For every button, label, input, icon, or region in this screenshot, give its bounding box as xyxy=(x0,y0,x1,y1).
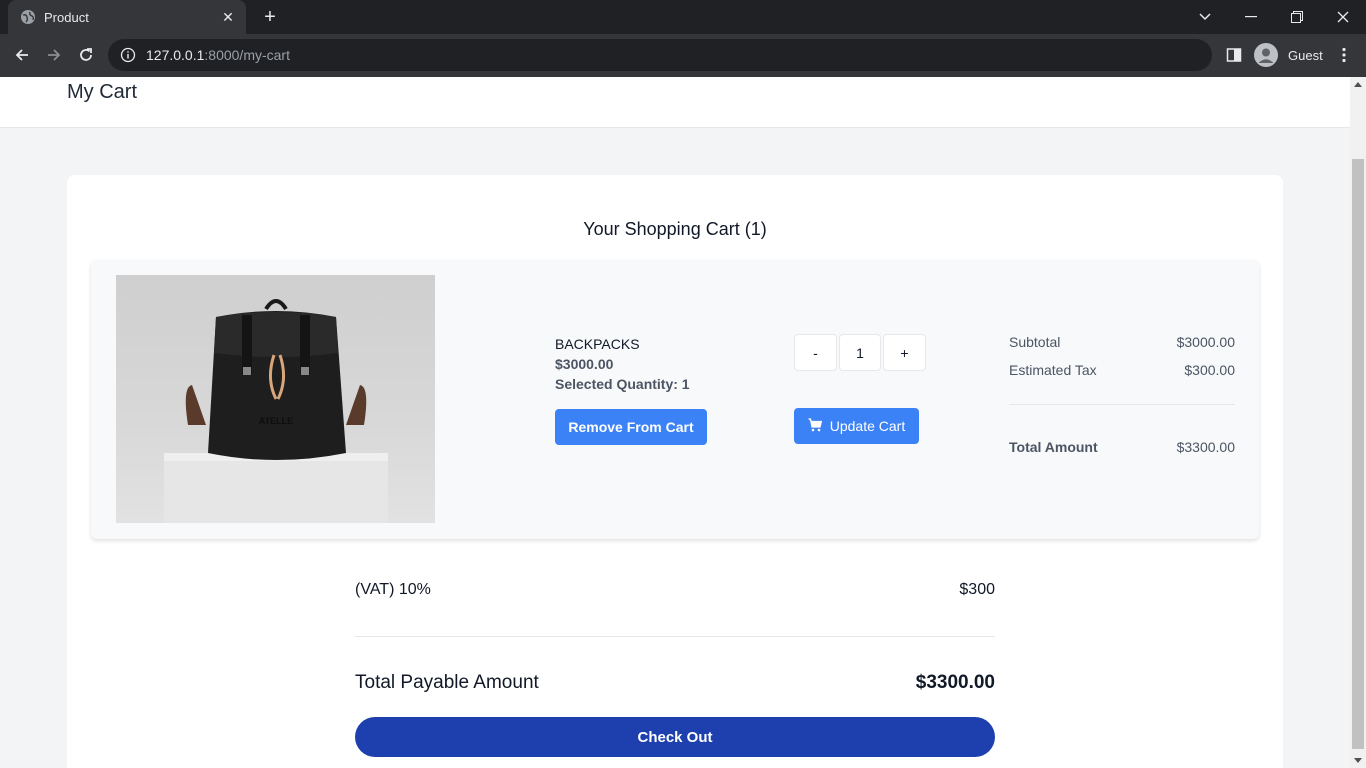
product-image: ATELLE xyxy=(116,275,435,523)
item-name: BACKPACKS xyxy=(555,336,640,352)
side-panel-icon[interactable] xyxy=(1220,41,1248,69)
subtotal-label: Subtotal xyxy=(1009,334,1061,350)
remove-from-cart-button[interactable]: Remove From Cart xyxy=(555,409,707,445)
tax-row: Estimated Tax $300.00 xyxy=(1009,362,1235,390)
quantity-input[interactable]: 1 xyxy=(839,334,881,371)
page-title: My Cart xyxy=(67,81,137,103)
update-cart-label: Update Cart xyxy=(829,418,906,434)
page-header: My Cart xyxy=(0,77,1350,128)
forward-arrow-icon[interactable] xyxy=(40,41,68,69)
summary-divider xyxy=(1009,404,1235,405)
tab-title: Product xyxy=(44,9,89,25)
minimize-icon[interactable] xyxy=(1228,0,1274,34)
scroll-up-icon[interactable] xyxy=(1354,82,1362,87)
avatar-icon xyxy=(1254,43,1278,67)
quantity-stepper: - 1 + xyxy=(794,334,926,371)
browser-tab[interactable]: Product ✕ xyxy=(8,0,246,34)
profile-name: Guest xyxy=(1288,47,1323,63)
decrement-button[interactable]: - xyxy=(794,334,837,371)
tax-value: $300.00 xyxy=(1184,362,1235,378)
cart-icon xyxy=(808,417,822,435)
page-scrollbar[interactable] xyxy=(1350,77,1366,768)
page-viewport: My Cart Your Shopping Cart (1) ATELLE BA… xyxy=(0,77,1350,768)
vat-label: (VAT) xyxy=(355,581,395,598)
payable-divider xyxy=(355,636,995,637)
payable-value: $3300.00 xyxy=(915,672,995,693)
cart-title: Your Shopping Cart (1) xyxy=(583,219,767,239)
total-label: Total Amount xyxy=(1009,439,1098,455)
item-summary: Subtotal $3000.00 Estimated Tax $300.00 … xyxy=(1009,334,1235,467)
vat-value: $300 xyxy=(959,581,995,598)
item-info: BACKPACKS $3000.00 Selected Quantity: 1 xyxy=(555,334,690,394)
cart-item: ATELLE BACKPACKS $3000.00 Selected Quant… xyxy=(91,260,1259,539)
item-price: $3000.00 xyxy=(555,356,614,372)
url-path: :8000/my-cart xyxy=(204,47,290,63)
tab-search-icon[interactable] xyxy=(1182,0,1228,34)
vat-row: (VAT) 10% $300 xyxy=(355,581,995,599)
product-logo-text: ATELLE xyxy=(259,416,293,426)
subtotal-value: $3000.00 xyxy=(1176,334,1235,350)
update-cart-button[interactable]: Update Cart xyxy=(794,408,919,444)
payable-row: Total Payable Amount $3300.00 xyxy=(355,672,995,694)
globe-icon xyxy=(20,9,36,25)
site-info-icon[interactable] xyxy=(120,47,136,63)
subtotal-row: Subtotal $3000.00 xyxy=(1009,334,1235,362)
menu-kebab-icon[interactable] xyxy=(1330,41,1358,69)
browser-tab-bar: Product ✕ + xyxy=(0,0,1366,34)
scrollbar-thumb[interactable] xyxy=(1352,159,1364,749)
back-arrow-icon[interactable] xyxy=(8,41,36,69)
vat-percent: 10% xyxy=(398,581,431,598)
restore-icon[interactable] xyxy=(1274,0,1320,34)
total-value: $3300.00 xyxy=(1176,439,1235,455)
cart-card: Your Shopping Cart (1) ATELLE BACKPACKS … xyxy=(67,175,1283,768)
increment-button[interactable]: + xyxy=(883,334,926,371)
tax-label: Estimated Tax xyxy=(1009,362,1097,378)
close-tab-icon[interactable]: ✕ xyxy=(220,9,236,25)
vat-label-group: (VAT) 10% xyxy=(355,581,431,599)
payable-label: Total Payable Amount xyxy=(355,672,539,693)
address-bar[interactable]: 127.0.0.1:8000/my-cart xyxy=(108,39,1212,71)
total-row: Total Amount $3300.00 xyxy=(1009,439,1235,467)
url-host: 127.0.0.1 xyxy=(146,47,205,63)
item-selected-quantity: Selected Quantity: 1 xyxy=(555,376,690,392)
close-window-icon[interactable] xyxy=(1320,0,1366,34)
browser-toolbar: 127.0.0.1:8000/my-cart Guest xyxy=(0,34,1366,77)
profile-button[interactable]: Guest xyxy=(1254,43,1323,67)
scroll-down-icon[interactable] xyxy=(1354,758,1362,763)
checkout-button[interactable]: Check Out xyxy=(355,717,995,757)
new-tab-icon[interactable]: + xyxy=(258,5,282,29)
reload-icon[interactable] xyxy=(72,41,100,69)
